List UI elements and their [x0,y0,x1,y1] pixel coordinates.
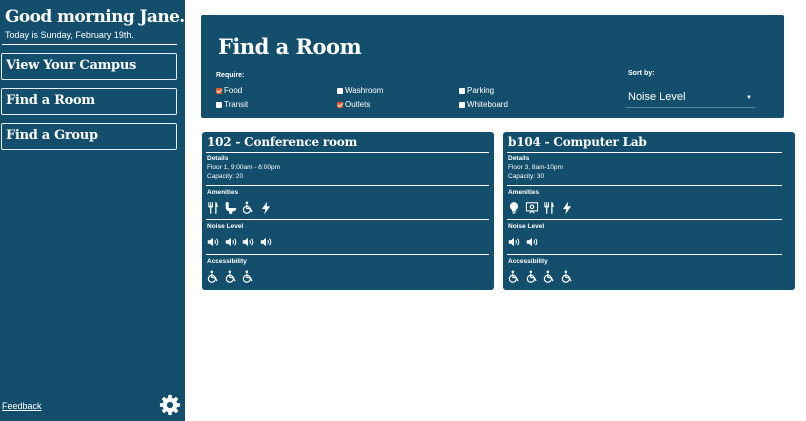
find-room-panel: Find a Room Require: Food Washroom Parki… [201,15,784,118]
filter-whiteboard-checkbox[interactable]: Whiteboard [459,100,508,109]
details-label: Details [207,155,229,162]
accessibility-label: Accessibility [508,258,548,265]
toilet-icon [225,202,236,214]
require-label: Require: [216,72,245,79]
nav-find-group-button[interactable]: Find a Group [1,123,177,150]
sidebar-divider [2,44,177,45]
wheelchair-icon [225,270,236,283]
divider [206,254,489,255]
details-label: Details [508,155,530,162]
filter-label: Food [224,86,243,95]
filter-label: Transit [224,100,249,109]
checkbox-checked[interactable] [337,101,343,108]
wheelchair-icon [242,270,253,283]
amenities-icons [507,201,577,215]
room-title: b104 - Computer Lab [508,135,647,149]
page-title: Find a Room [218,34,362,59]
chevron-down-icon: ▼ [746,95,752,101]
wheelchair-icon [508,270,519,283]
wheelchair-icon [526,270,537,283]
feedback-link[interactable]: Feedback [2,401,42,411]
projector-screen-icon [525,202,538,214]
greeting: Good morning Jane. [5,7,185,27]
noise-level-label: Noise Level [207,223,244,230]
speaker-icon [508,237,520,247]
divider [507,254,782,255]
divider [507,219,782,220]
noise-level-icons [206,235,276,249]
utensils-icon [544,202,554,214]
wheelchair-icon [543,270,554,283]
lightbulb-icon [509,202,519,214]
speaker-icon [242,237,254,247]
noise-level-icons [507,235,542,249]
utensils-icon [208,202,218,214]
accessibility-label: Accessibility [207,258,247,265]
accessibility-icons [507,270,577,284]
filter-label: Whiteboard [467,100,508,109]
filter-parking-checkbox[interactable]: Parking [459,86,494,95]
sort-label: Sort by: [628,70,655,77]
divider [507,152,782,153]
filter-label: Washroom [345,86,384,95]
checkbox[interactable] [459,101,465,108]
speaker-icon [225,237,236,247]
divider [507,185,782,186]
wheelchair-icon [561,270,572,283]
sort-select[interactable]: Noise Level ▼ [626,91,755,108]
divider [206,219,489,220]
room-card[interactable]: 102 - Conference room Details Floor 1, 9… [202,132,494,290]
speaker-icon [260,237,271,247]
speaker-icon [207,237,219,247]
noise-level-label: Noise Level [508,223,545,230]
lightning-icon [562,201,571,215]
room-card[interactable]: b104 - Computer Lab Details Floor 3, 8am… [503,132,795,290]
speaker-icon [526,237,537,247]
room-title: 102 - Conference room [207,135,358,149]
checkbox[interactable] [337,87,343,94]
filter-transit-checkbox[interactable]: Transit [216,100,248,109]
room-capacity: Capacity: 30 [508,173,545,180]
filter-washroom-checkbox[interactable]: Washroom [337,86,383,95]
filter-label: Parking [467,86,495,95]
gear-icon[interactable] [159,394,181,416]
divider [206,185,489,186]
date-line: Today is Sunday, February 19th. [5,30,134,40]
checkbox[interactable] [459,87,465,94]
amenities-icons [206,201,276,215]
sort-select-value: Noise Level [628,91,686,103]
amenities-label: Amenities [207,189,239,196]
filter-outlets-checkbox[interactable]: Outlets [337,100,370,109]
room-hours: Floor 3, 8am-10pm [508,164,563,171]
lightning-icon [261,201,270,215]
wheelchair-icon [242,201,253,214]
divider [206,152,489,153]
checkbox[interactable] [216,101,222,108]
filter-food-checkbox[interactable]: Food [216,86,242,95]
wheelchair-icon [207,270,218,283]
nav-view-campus-button[interactable]: View Your Campus [1,53,177,80]
accessibility-icons [206,270,259,284]
nav-find-room-button[interactable]: Find a Room [1,88,177,115]
room-capacity: Capacity: 20 [207,173,244,180]
amenities-label: Amenities [508,189,540,196]
sidebar: Good morning Jane. Today is Sunday, Febr… [0,0,185,421]
checkbox-checked[interactable] [216,87,222,94]
room-hours: Floor 1, 9:00am - 6:00pm [207,164,280,171]
filter-label: Outlets [345,100,371,109]
